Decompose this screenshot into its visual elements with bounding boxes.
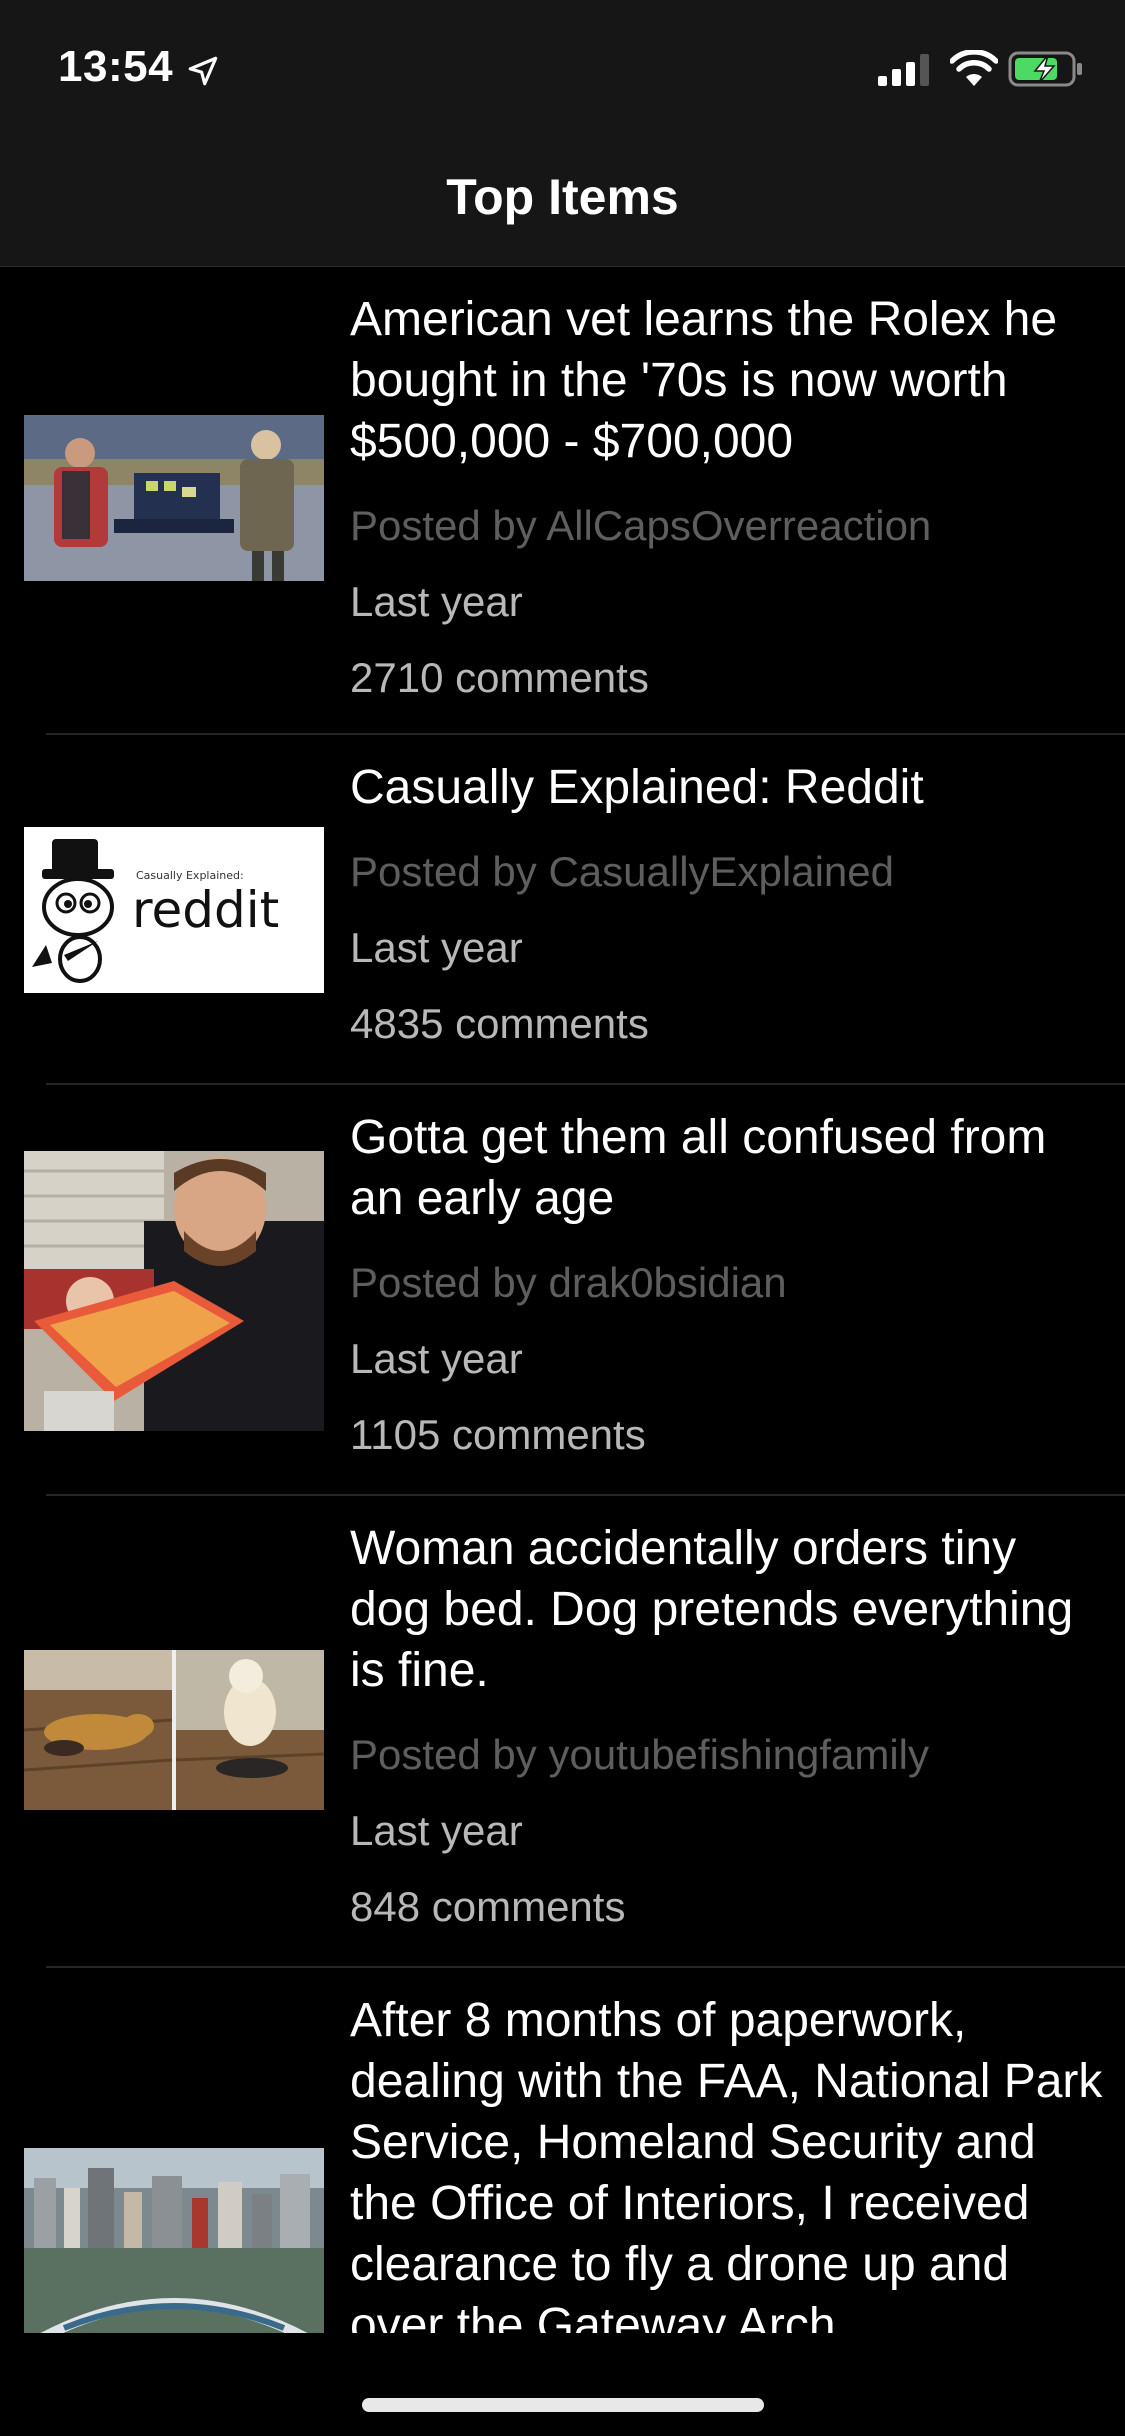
location-arrow-icon — [188, 56, 218, 86]
aerial-city-thumbnail — [24, 2148, 324, 2333]
tv-studio-thumbnail — [24, 415, 324, 581]
post-thumbnail[interactable] — [24, 1151, 324, 1431]
post-comments[interactable]: 848 comments — [350, 1883, 1103, 1931]
dad-reading-book-thumbnail — [24, 1151, 324, 1431]
post-comments[interactable]: 1105 comments — [350, 1411, 1103, 1459]
list-item[interactable]: After 8 months of paperwork, dealing wit… — [0, 1968, 1125, 2333]
post-author: Posted by drak0bsidian — [350, 1259, 787, 1306]
post-thumbnail[interactable] — [24, 1650, 324, 1810]
post-title[interactable]: American vet learns the Rolex he bought … — [350, 289, 1103, 472]
post-time: Last year — [350, 1807, 523, 1854]
page-title: Top Items — [446, 169, 679, 225]
status-time: 13:54 — [58, 42, 174, 91]
post-title[interactable]: Casually Explained: Reddit — [350, 757, 1103, 818]
navigation-bar: Top Items — [0, 140, 1125, 267]
post-thumbnail[interactable] — [24, 415, 324, 581]
post-comments[interactable]: 4835 comments — [350, 1000, 1103, 1048]
cellular-signal-icon — [878, 54, 929, 86]
thumbnail-reddit-word: reddit — [132, 881, 280, 939]
post-comments[interactable]: 2710 comments — [350, 654, 1103, 702]
battery-charging-icon — [1008, 51, 1082, 87]
home-indicator[interactable] — [362, 2398, 764, 2412]
post-thumbnail[interactable] — [24, 2148, 324, 2333]
list-item[interactable]: American vet learns the Rolex he bought … — [0, 267, 1125, 735]
post-title[interactable]: Gotta get them all confused from an earl… — [350, 1107, 1103, 1229]
dog-bed-thumbnail — [24, 1650, 324, 1810]
post-author: Posted by AllCapsOverreaction — [350, 502, 932, 549]
post-title[interactable]: Woman accidentally orders tiny dog bed. … — [350, 1518, 1103, 1701]
post-thumbnail[interactable]: Casually Explained: reddit — [24, 827, 324, 993]
list-item[interactable]: Gotta get them all confused from an earl… — [0, 1085, 1125, 1496]
post-author: Posted by CasuallyExplained — [350, 848, 894, 895]
list-item[interactable]: Casually Explained: reddit Casually Expl… — [0, 735, 1125, 1085]
post-time: Last year — [350, 924, 523, 971]
post-list[interactable]: American vet learns the Rolex he bought … — [0, 267, 1125, 2333]
list-item[interactable]: Woman accidentally orders tiny dog bed. … — [0, 1496, 1125, 1968]
post-author: Posted by youtubefishingfamily — [350, 1731, 929, 1778]
post-time: Last year — [350, 1335, 523, 1382]
wifi-icon — [950, 50, 998, 86]
status-bar: 13:54 — [0, 0, 1125, 140]
post-time: Last year — [350, 578, 523, 625]
post-title[interactable]: After 8 months of paperwork, dealing wit… — [350, 1990, 1103, 2333]
